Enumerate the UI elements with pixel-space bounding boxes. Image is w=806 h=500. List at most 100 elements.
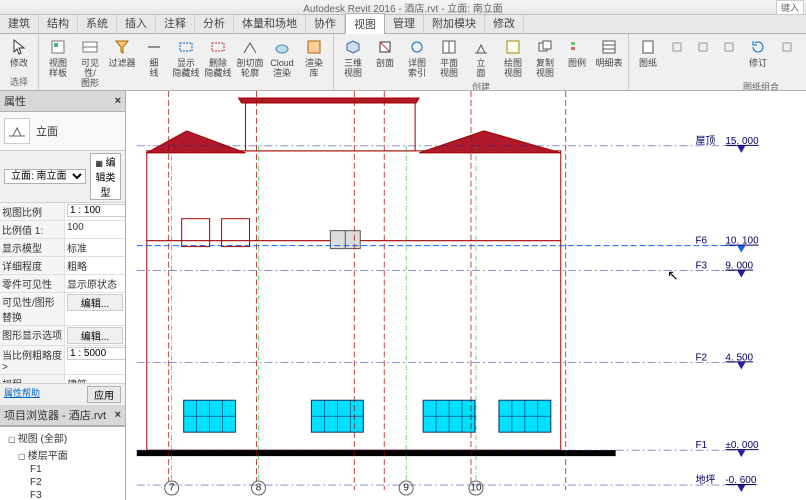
rev-icon	[748, 37, 768, 57]
draft-icon	[503, 37, 523, 57]
svg-text:9: 9	[403, 483, 409, 494]
tab-5[interactable]: 分析	[195, 13, 234, 33]
prop-row: 显示模型标准	[0, 239, 125, 257]
ribbon-group-sheet: 图纸修订拼接视图视图参照图纸组合	[629, 34, 806, 90]
ribbon-btn-tmpl[interactable]: 视图样板	[43, 36, 73, 79]
sheet-icon	[638, 37, 658, 57]
browser-title: 项目浏览器 - 酒店.rvt×	[0, 405, 125, 426]
ribbon-btn-s2[interactable]	[691, 36, 715, 58]
ribbon-btn-callout[interactable]: 详图索引	[402, 36, 432, 79]
ribbon: 修改 选择 视图样板可见性/图形过滤器细线显示隐藏线删除隐藏线剖切面轮廓Clou…	[0, 34, 806, 91]
tab-4[interactable]: 注释	[156, 13, 195, 33]
tab-1[interactable]: 结构	[39, 13, 78, 33]
help-box[interactable]: 键入	[776, 0, 804, 15]
title-bar: Autodesk Revit 2016 - 酒店.rvt - 立面: 南立面 键…	[0, 0, 806, 15]
prop-input[interactable]	[67, 347, 125, 360]
svg-text:7: 7	[169, 483, 175, 494]
properties-title: 属性×	[0, 91, 125, 112]
tree-node[interactable]: F2	[4, 476, 121, 489]
ribbon-btn-thin[interactable]: 细线	[139, 36, 169, 79]
close-icon[interactable]: ×	[115, 409, 121, 421]
close-icon[interactable]: ×	[115, 95, 121, 107]
ribbon-btn-rev[interactable]: 修订	[743, 36, 773, 69]
gallery-icon	[304, 37, 324, 57]
ribbon-btn-profile[interactable]: 剖切面轮廓	[235, 36, 265, 79]
callout-icon	[407, 37, 427, 57]
svg-text:8: 8	[256, 483, 262, 494]
edit-type-button[interactable]: ▦ 编辑类型	[90, 153, 121, 200]
tab-6[interactable]: 体量和场地	[234, 13, 306, 33]
s2-icon	[693, 37, 713, 57]
tree-node[interactable]: 楼层平面	[4, 446, 121, 463]
ribbon-btn-s1[interactable]	[665, 36, 689, 58]
tree-node[interactable]: F3	[4, 489, 121, 500]
svg-text:F3: F3	[695, 261, 707, 272]
tree-root[interactable]: 视图 (全部)	[4, 429, 121, 446]
tab-8[interactable]: 视图	[345, 13, 385, 34]
tab-2[interactable]: 系统	[78, 13, 117, 33]
svg-text:4. 500: 4. 500	[725, 352, 753, 363]
ribbon-btn-draft[interactable]: 绘图视图	[498, 36, 528, 79]
project-browser[interactable]: 视图 (全部) 楼层平面F1F2F3F6地坪屋顶三维视图{3D}{三维}	[0, 426, 125, 500]
prop-row: 规程建筑	[0, 375, 125, 383]
svg-text:9. 000: 9. 000	[725, 261, 753, 272]
ribbon-btn-dup[interactable]: 复制视图	[530, 36, 560, 79]
prop-input[interactable]	[67, 204, 125, 217]
svg-text:F6: F6	[695, 236, 707, 247]
ribbon-group-select: 修改 选择	[0, 34, 39, 90]
tmpl-icon	[48, 37, 68, 57]
ribbon-btn-section[interactable]: 剖面	[370, 36, 400, 69]
properties-grid: 视图比例比例值 1:100显示模型标准详细程度粗略零件可见性显示原状态可见性/图…	[0, 203, 125, 383]
tab-10[interactable]: 附加模块	[424, 13, 485, 33]
apply-button[interactable]: 应用	[87, 386, 121, 403]
svg-text:±0. 000: ±0. 000	[725, 440, 759, 451]
drawing-canvas[interactable]: 78910 屋顶15. 000F610. 100F39. 000F24. 500…	[126, 91, 806, 500]
sidebar: 属性× 立面 立面: 南立面 ▦ 编辑类型 视图比例比例值 1:100显示模型标…	[0, 91, 126, 500]
ribbon-btn-r1[interactable]	[775, 36, 799, 58]
prop-edit-button[interactable]: 编辑...	[67, 294, 123, 311]
ribbon-btn-plan[interactable]: 平面视图	[434, 36, 464, 79]
tab-3[interactable]: 插入	[117, 13, 156, 33]
prop-row: 详细程度粗略	[0, 257, 125, 275]
ribbon-tabs: 建筑结构系统插入注释分析体量和场地协作视图管理附加模块修改	[0, 15, 806, 34]
cursor-icon	[9, 37, 29, 57]
tab-7[interactable]: 协作	[306, 13, 345, 33]
prop-edit-button[interactable]: 编辑...	[67, 327, 123, 344]
grid-icon: ▦	[95, 159, 103, 168]
ribbon-btn-filter[interactable]: 过滤器	[107, 36, 137, 69]
ribbon-btn-del[interactable]: 删除隐藏线	[203, 36, 233, 79]
ribbon-btn-r2[interactable]	[801, 36, 806, 58]
ribbon-btn-cloud[interactable]: Cloud渲染	[267, 36, 297, 79]
cloud-icon	[272, 37, 292, 57]
ribbon-btn-3d[interactable]: 三维视图	[338, 36, 368, 79]
plan-icon	[439, 37, 459, 57]
svg-text:F1: F1	[695, 440, 707, 451]
properties-type-selector[interactable]: 立面	[0, 112, 125, 151]
props-help-link[interactable]: 属性帮助	[4, 386, 87, 403]
ribbon-btn-legend[interactable]: 图例	[562, 36, 592, 69]
show-icon	[176, 37, 196, 57]
type-dropdown[interactable]: 立面: 南立面	[4, 169, 86, 184]
prop-row: 当比例粗略度>	[0, 346, 125, 375]
drawing-svg: 78910 屋顶15. 000F610. 100F39. 000F24. 500…	[126, 91, 806, 500]
ribbon-btn-show[interactable]: 显示隐藏线	[171, 36, 201, 79]
ribbon-btn-elev[interactable]: 立面	[466, 36, 496, 79]
tab-0[interactable]: 建筑	[0, 13, 39, 33]
vis-icon	[80, 37, 100, 57]
ribbon-btn-sched[interactable]: 明细表	[594, 36, 624, 69]
ribbon-btn-s3[interactable]	[717, 36, 741, 58]
modify-button[interactable]: 修改	[4, 36, 34, 69]
3d-icon	[343, 37, 363, 57]
svg-text:地坪: 地坪	[695, 473, 715, 486]
ribbon-btn-sheet[interactable]: 图纸	[633, 36, 663, 69]
tree-node[interactable]: F1	[4, 463, 121, 476]
ribbon-btn-vis[interactable]: 可见性/图形	[75, 36, 105, 89]
dup-icon	[535, 37, 555, 57]
ribbon-group-create: 三维视图剖面详图索引平面视图立面绘图视图复制视图图例明细表创建	[334, 34, 629, 90]
s3-icon	[719, 37, 739, 57]
ribbon-btn-gallery[interactable]: 渲染库	[299, 36, 329, 79]
tab-9[interactable]: 管理	[385, 13, 424, 33]
tab-11[interactable]: 修改	[485, 13, 524, 33]
svg-text:10: 10	[470, 483, 482, 494]
sched-icon	[599, 37, 619, 57]
